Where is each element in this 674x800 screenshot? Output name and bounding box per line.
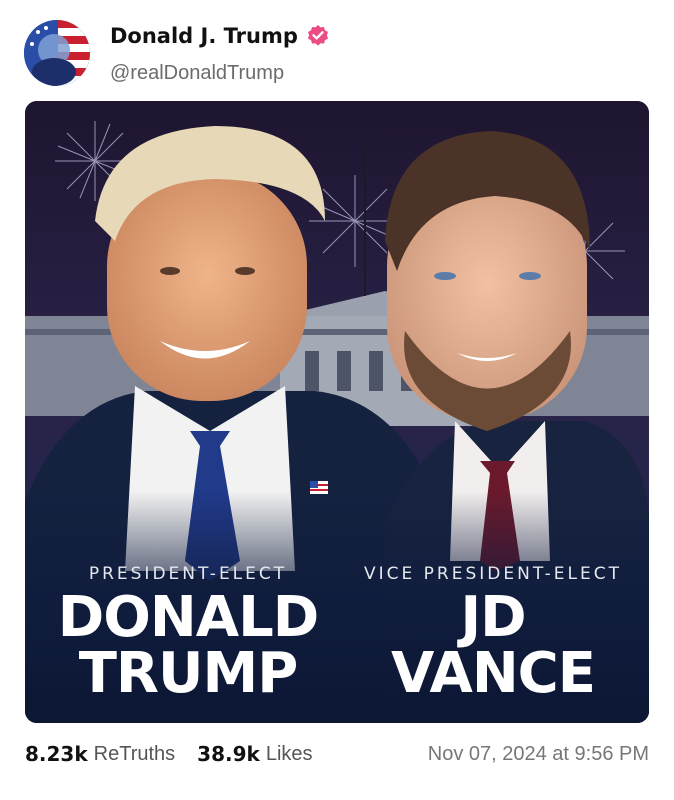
- post-stats: 8.23k ReTruths 38.9k Likes Nov 07, 2024 …: [25, 738, 649, 770]
- post-timestamp[interactable]: Nov 07, 2024 at 9:56 PM: [428, 743, 649, 766]
- right-role: VICE PRESIDENT-ELECT: [364, 564, 622, 584]
- post-header: Donald J. Trump @realDonaldTrump: [24, 20, 644, 90]
- post-image[interactable]: PRESIDENT-ELECT DONALD TRUMP VICE PRESID…: [25, 101, 649, 723]
- left-name-line1: DONALD: [57, 585, 319, 650]
- right-caption: VICE PRESIDENT-ELECT JD VANCE: [343, 564, 643, 702]
- avatar[interactable]: [24, 20, 90, 86]
- right-name-line1: JD: [460, 585, 526, 650]
- author-handle[interactable]: @realDonaldTrump: [110, 62, 284, 85]
- likes-label[interactable]: Likes: [266, 743, 313, 766]
- likes-count[interactable]: 38.9k: [197, 742, 260, 766]
- left-name-line2: TRUMP: [78, 641, 299, 706]
- retruths-label[interactable]: ReTruths: [94, 743, 176, 766]
- left-caption: PRESIDENT-ELECT DONALD TRUMP: [33, 564, 343, 702]
- verified-badge-icon: [306, 24, 330, 48]
- right-name-line2: VANCE: [390, 641, 596, 706]
- author-name[interactable]: Donald J. Trump: [110, 24, 298, 48]
- retruths-count[interactable]: 8.23k: [25, 742, 88, 766]
- left-role: PRESIDENT-ELECT: [88, 564, 288, 584]
